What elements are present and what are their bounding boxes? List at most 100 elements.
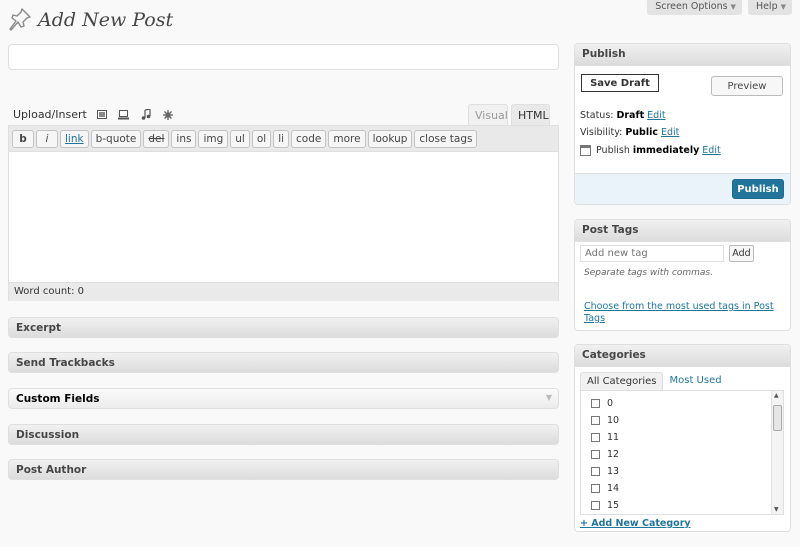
- qt-more-button[interactable]: more: [328, 129, 366, 148]
- qt-link-button[interactable]: link: [60, 129, 89, 148]
- tab-html[interactable]: HTML: [511, 104, 550, 126]
- preview-button[interactable]: Preview: [711, 76, 783, 96]
- word-count: Word count: 0: [9, 283, 558, 301]
- qt-li-button[interactable]: li: [273, 129, 290, 148]
- qt-lookup-button[interactable]: lookup: [367, 129, 413, 148]
- pushpin-icon: [9, 8, 31, 31]
- category-label: 0: [607, 398, 614, 409]
- help-button[interactable]: Help ▼: [747, 0, 792, 15]
- publish-time-row: Publish immediately Edit: [580, 145, 721, 156]
- edit-visibility-link[interactable]: Edit: [661, 127, 679, 138]
- save-draft-button[interactable]: Save Draft: [581, 74, 659, 92]
- scroll-up-icon[interactable]: ▲: [774, 392, 779, 399]
- list-item[interactable]: 15: [581, 497, 783, 514]
- custom-fields-label: Custom Fields: [16, 393, 100, 405]
- editor-tabs: Visual HTML: [468, 104, 550, 126]
- publish-footer: Publish: [575, 173, 790, 204]
- page-header: Add New Post: [8, 6, 173, 34]
- publish-actions: Save Draft Preview: [575, 66, 790, 100]
- chevron-down-icon: ▼: [730, 2, 736, 11]
- scroll-down-icon[interactable]: ▼: [774, 506, 779, 513]
- category-checklist: 0 10 11 12 13 14 15 ▲ ▼: [580, 390, 784, 515]
- category-checkbox[interactable]: [591, 467, 600, 476]
- qt-del-button[interactable]: del: [143, 129, 170, 148]
- publish-time-value: immediately: [632, 145, 700, 156]
- screen-options-label: Screen Options: [655, 1, 728, 12]
- category-label: 14: [607, 483, 620, 494]
- list-item[interactable]: 11: [581, 429, 783, 446]
- media-icon[interactable]: [161, 109, 175, 121]
- qt-ul-button[interactable]: ul: [230, 129, 250, 148]
- qt-italic-button[interactable]: i: [36, 129, 58, 148]
- edit-publish-time-link[interactable]: Edit: [702, 145, 720, 156]
- most-used-tags-link[interactable]: Choose from the most used tags in Post T…: [584, 301, 779, 325]
- category-label: 13: [607, 466, 620, 477]
- qt-img-button[interactable]: img: [198, 129, 229, 148]
- list-item[interactable]: 14: [581, 480, 783, 497]
- publish-box-title: Publish: [575, 44, 790, 66]
- category-checkbox[interactable]: [591, 416, 600, 425]
- list-item[interactable]: 10: [581, 412, 783, 429]
- visibility-value: Public: [625, 127, 658, 138]
- publish-button[interactable]: Publish: [732, 179, 784, 199]
- audio-icon[interactable]: [139, 109, 153, 121]
- discussion-box-header[interactable]: Discussion: [8, 424, 559, 445]
- qt-ins-button[interactable]: ins: [171, 129, 197, 148]
- add-tag-button[interactable]: Add: [729, 245, 754, 262]
- post-author-box-header[interactable]: Post Author: [8, 459, 559, 480]
- category-checkbox[interactable]: [591, 433, 600, 442]
- list-item[interactable]: 0: [581, 395, 783, 412]
- category-scrollbar[interactable]: ▲ ▼: [771, 391, 783, 514]
- qt-ol-button[interactable]: ol: [251, 129, 272, 148]
- category-checkbox[interactable]: [591, 399, 600, 408]
- upload-insert-row: Upload/Insert: [13, 108, 175, 121]
- quicktags-toolbar: b i link b-quote del ins img ul ol li co…: [9, 126, 558, 152]
- screen-options-button[interactable]: Screen Options ▼: [647, 0, 742, 15]
- category-tabs: All Categories Most Used: [580, 372, 728, 390]
- image-icon[interactable]: [95, 109, 109, 121]
- upload-insert-label: Upload/Insert: [13, 108, 87, 121]
- post-title-input[interactable]: [8, 44, 559, 70]
- list-item[interactable]: 12: [581, 446, 783, 463]
- tab-all-categories[interactable]: All Categories: [580, 372, 664, 390]
- post-content-textarea[interactable]: [9, 152, 558, 283]
- screen-meta-links: Screen Options ▼ Help ▼: [647, 0, 792, 15]
- help-label: Help: [755, 1, 778, 12]
- category-label: 15: [607, 500, 620, 511]
- category-label: 11: [607, 432, 620, 443]
- calendar-icon: [580, 145, 591, 156]
- custom-fields-box-header[interactable]: Custom Fields ▼: [8, 388, 559, 409]
- visibility-label: Visibility:: [580, 127, 623, 138]
- tags-hint: Separate tags with commas.: [584, 268, 713, 278]
- qt-close-tags-button[interactable]: close tags: [414, 129, 478, 148]
- post-editor: b i link b-quote del ins img ul ol li co…: [8, 125, 559, 301]
- post-tags-box: Post Tags Add Separate tags with commas.…: [574, 219, 791, 331]
- excerpt-box-header[interactable]: Excerpt: [8, 317, 559, 338]
- categories-title: Categories: [575, 345, 790, 367]
- category-checkbox[interactable]: [591, 484, 600, 493]
- tab-visual[interactable]: Visual: [468, 104, 508, 126]
- send-trackbacks-box-header[interactable]: Send Trackbacks: [8, 352, 559, 373]
- post-tags-title: Post Tags: [575, 220, 790, 242]
- category-label: 10: [607, 415, 620, 426]
- publish-time-label: Publish: [596, 145, 630, 156]
- category-checkbox[interactable]: [591, 501, 600, 510]
- new-tag-input[interactable]: [580, 245, 724, 262]
- edit-status-link[interactable]: Edit: [647, 110, 665, 121]
- list-item[interactable]: 13: [581, 463, 783, 480]
- video-icon[interactable]: [117, 109, 131, 121]
- tab-most-used[interactable]: Most Used: [663, 372, 727, 390]
- visibility-row: Visibility: Public Edit: [580, 127, 679, 138]
- status-value: Draft: [616, 110, 645, 121]
- scrollbar-thumb[interactable]: [773, 405, 782, 431]
- page-title: Add New Post: [38, 9, 174, 31]
- qt-code-button[interactable]: code: [291, 129, 327, 148]
- publish-box: Publish Save Draft Preview Status: Draft…: [574, 43, 791, 205]
- add-new-category-link[interactable]: + Add New Category: [580, 518, 691, 529]
- category-checkbox[interactable]: [591, 450, 600, 459]
- status-label: Status:: [580, 110, 614, 121]
- category-label: 12: [607, 449, 620, 460]
- chevron-down-icon[interactable]: ▼: [546, 393, 552, 402]
- qt-blockquote-button[interactable]: b-quote: [90, 129, 142, 148]
- qt-bold-button[interactable]: b: [12, 129, 34, 148]
